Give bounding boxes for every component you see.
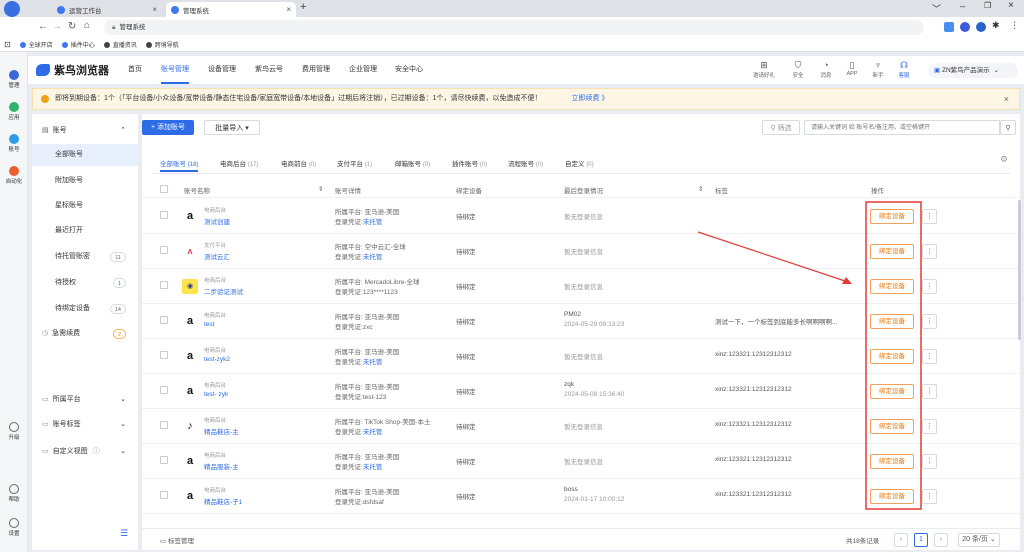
- scrollbar[interactable]: [1018, 200, 1021, 340]
- annotation-overlay: [697, 201, 922, 510]
- annotation-arrow-line: [697, 231, 849, 283]
- annotation-highlight-box: [865, 201, 922, 510]
